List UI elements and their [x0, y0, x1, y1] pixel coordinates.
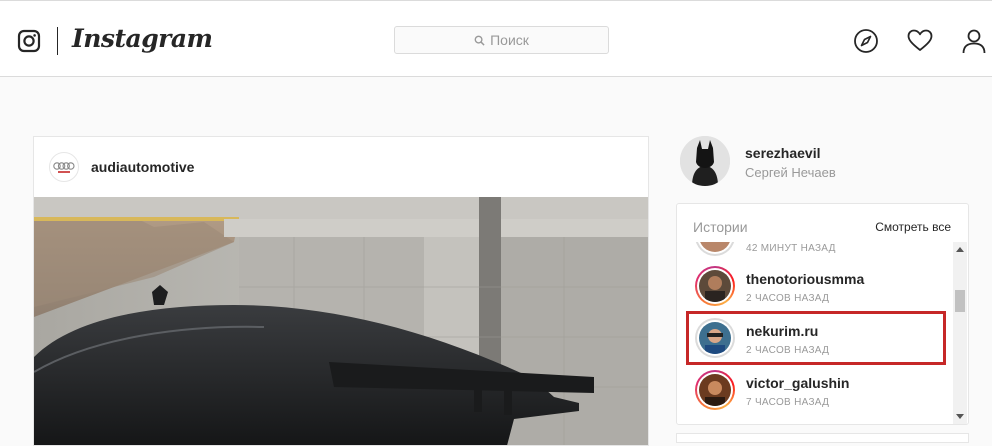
current-user-avatar[interactable]: [680, 136, 730, 186]
stories-title: Истории: [693, 219, 748, 235]
story-avatar: [699, 270, 731, 302]
heart-icon[interactable]: [907, 28, 933, 54]
current-user-username[interactable]: serezhaevil: [745, 145, 821, 161]
instagram-wordmark[interactable]: Instagram: [72, 24, 213, 53]
story-avatar-ring: [695, 370, 735, 410]
instagram-camera-icon[interactable]: [17, 29, 41, 53]
scroll-down-arrow-icon[interactable]: [956, 414, 964, 419]
story-avatar: [699, 242, 731, 252]
explore-compass-icon[interactable]: [853, 28, 879, 54]
story-timestamp: 2 ЧАСОВ НАЗАД: [746, 293, 830, 304]
story-item[interactable]: victor_galushin 7 ЧАСОВ НАЗАД: [677, 366, 953, 418]
story-username: nekurim.ru: [746, 323, 819, 339]
feed-post: audiautomotive: [33, 136, 649, 446]
story-avatar-ring: [695, 242, 735, 256]
story-item[interactable]: nekurim.ru 2 ЧАСОВ НАЗАД: [677, 314, 953, 366]
search-placeholder: Поиск: [490, 32, 529, 48]
stories-list: 42 МИНУТ НАЗАД thenotoriousmma 2 ЧАСОВ Н…: [677, 242, 953, 424]
story-timestamp: 42 МИНУТ НАЗАД: [746, 243, 836, 254]
story-timestamp: 2 ЧАСОВ НАЗАД: [746, 345, 830, 356]
story-avatar-ring: [695, 318, 735, 358]
scroll-up-arrow-icon[interactable]: [956, 247, 964, 252]
story-username: thenotoriousmma: [746, 271, 865, 287]
top-navigation: Instagram Поиск: [0, 0, 992, 77]
story-username: victor_galushin: [746, 375, 850, 391]
user-photo: [680, 136, 730, 186]
story-timestamp: 7 ЧАСОВ НАЗАД: [746, 397, 830, 408]
stories-panel: Истории Смотреть все 42 МИНУТ НАЗАД then…: [676, 203, 969, 425]
story-avatar: [699, 322, 731, 354]
post-author-username[interactable]: audiautomotive: [91, 159, 194, 175]
audi-logo-icon: [53, 162, 75, 173]
scrollbar-thumb[interactable]: [955, 290, 965, 312]
stories-scrollbar[interactable]: [953, 242, 967, 424]
current-user-fullname: Сергей Нечаев: [745, 165, 836, 180]
profile-icon[interactable]: [961, 28, 987, 54]
story-avatar: [699, 374, 731, 406]
post-photo[interactable]: [34, 197, 648, 446]
post-header: audiautomotive: [34, 137, 648, 197]
story-avatar-ring: [695, 266, 735, 306]
story-item[interactable]: 42 МИНУТ НАЗАД: [677, 242, 953, 264]
post-author-avatar[interactable]: [49, 152, 79, 182]
logo-divider: [57, 27, 58, 55]
search-input[interactable]: Поиск: [394, 26, 609, 54]
search-icon: [474, 35, 485, 46]
suggestions-panel: [676, 433, 969, 443]
story-item[interactable]: thenotoriousmma 2 ЧАСОВ НАЗАД: [677, 262, 953, 314]
see-all-stories-link[interactable]: Смотреть все: [875, 220, 951, 234]
